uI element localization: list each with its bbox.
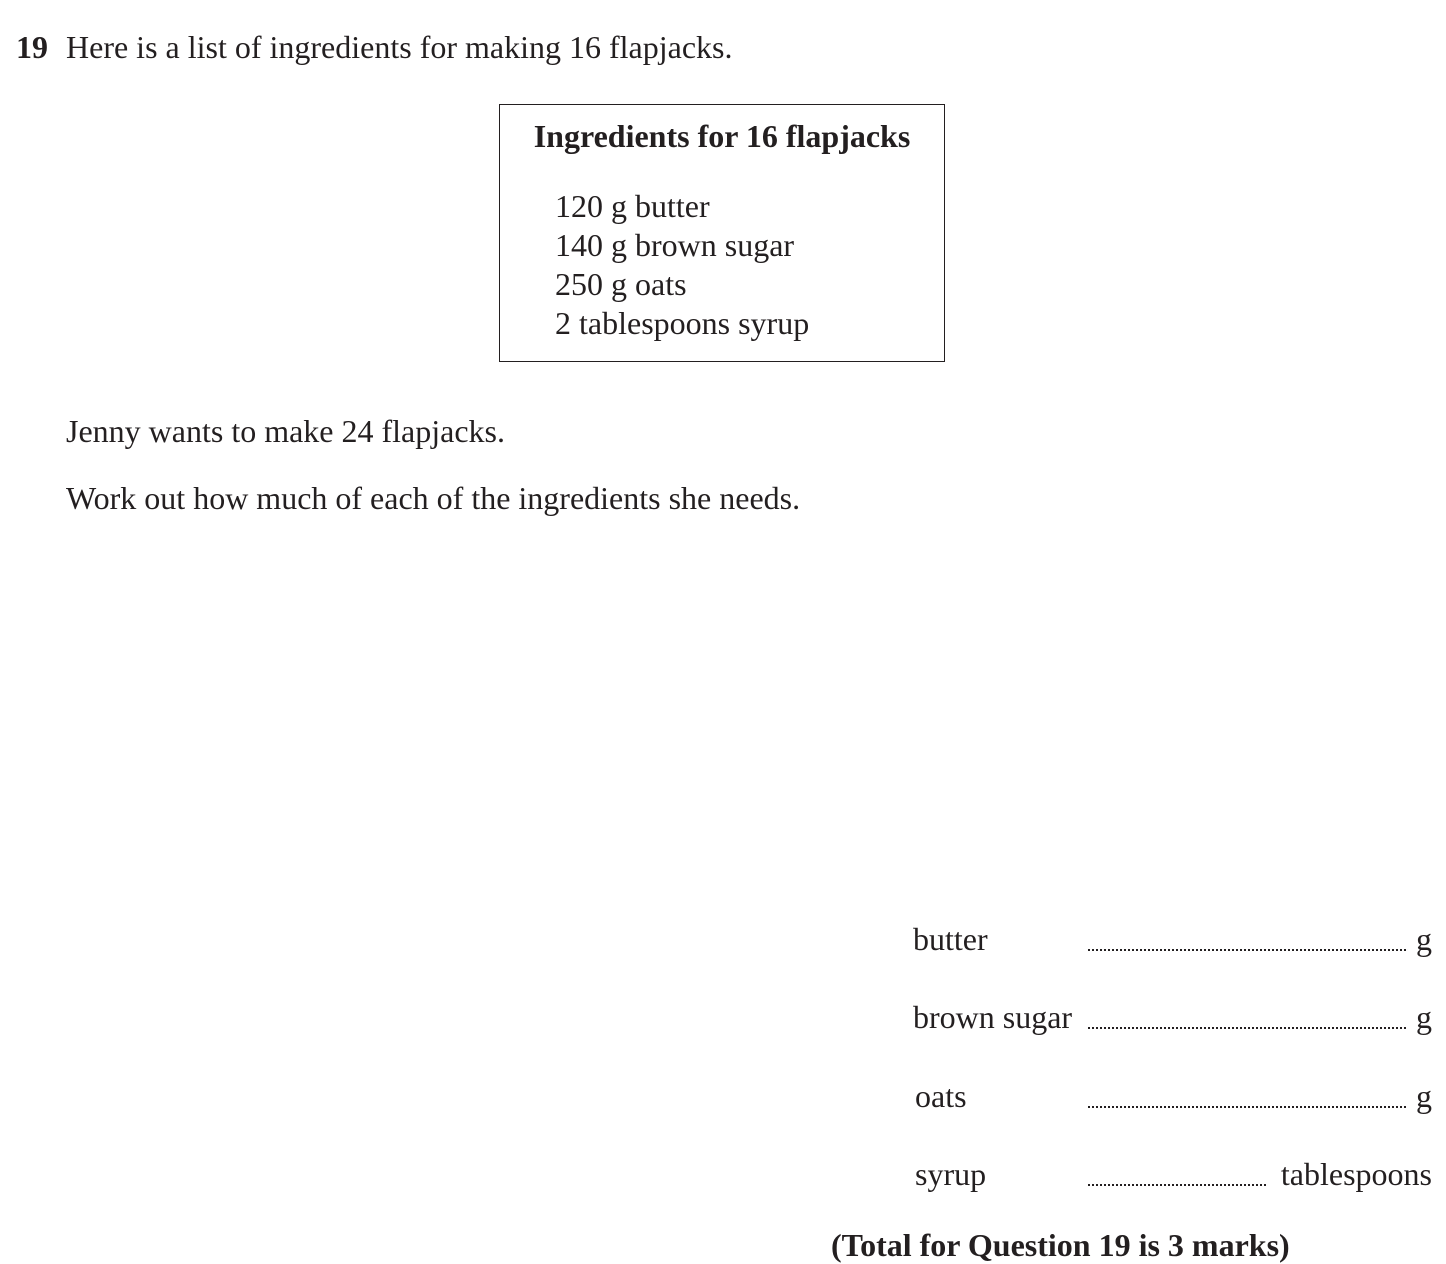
answer-row-butter: butter g — [0, 920, 1446, 960]
question-intro: Here is a list of ingredients for making… — [66, 29, 733, 65]
answer-line-butter[interactable] — [1088, 949, 1406, 951]
ingredient-item: 120 g butter — [555, 188, 710, 224]
answer-row-brown-sugar: brown sugar g — [0, 998, 1446, 1038]
answer-unit: g — [1416, 999, 1432, 1035]
question-statement: Jenny wants to make 24 flapjacks. — [66, 413, 505, 449]
answer-unit: g — [1416, 1078, 1432, 1114]
total-marks: (Total for Question 19 is 3 marks) — [831, 1227, 1290, 1263]
answer-row-syrup: syrup tablespoons — [0, 1155, 1446, 1195]
answer-line-brown-sugar[interactable] — [1088, 1027, 1406, 1029]
ingredients-box: Ingredients for 16 flapjacks 120 g butte… — [499, 104, 945, 362]
ingredients-box-title: Ingredients for 16 flapjacks — [533, 118, 911, 154]
ingredients-list: 120 g butter 140 g brown sugar 250 g oat… — [555, 187, 809, 343]
answer-label: syrup — [915, 1156, 987, 1192]
ingredient-item: 2 tablespoons syrup — [555, 305, 810, 341]
answer-row-oats: oats g — [0, 1077, 1446, 1117]
answer-label: brown sugar — [913, 999, 1073, 1035]
answer-unit: g — [1416, 921, 1432, 957]
question-instruction: Work out how much of each of the ingredi… — [66, 480, 801, 516]
ingredient-item: 140 g brown sugar — [555, 227, 795, 263]
question-number: 19 — [16, 29, 48, 65]
ingredient-item: 250 g oats — [555, 266, 687, 302]
answer-line-syrup[interactable] — [1088, 1184, 1266, 1186]
answer-label: butter — [913, 921, 988, 957]
answer-label: oats — [915, 1078, 967, 1114]
answer-line-oats[interactable] — [1088, 1106, 1406, 1108]
answer-unit: tablespoons — [1280, 1156, 1432, 1192]
